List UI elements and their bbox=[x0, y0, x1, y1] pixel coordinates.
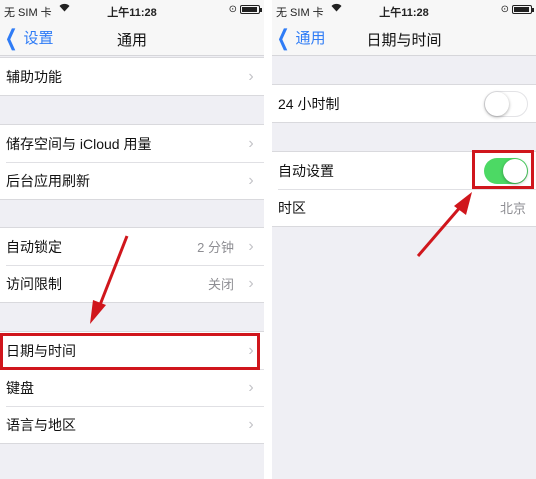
annotation-arrow bbox=[416, 192, 472, 257]
panel-divider bbox=[264, 0, 272, 479]
date-time-screen: 无 SIM 卡 上午11:28 ⊙ ❮ 通用 日期与时间 24 小时制 自动设置 bbox=[272, 0, 536, 479]
general-settings-screen: 无 SIM 卡 上午11:28 ⊙ ❮ 设置 通用 辅助功能 › 储存空间与 i… bbox=[0, 0, 264, 479]
annotation-arrow bbox=[90, 235, 129, 324]
